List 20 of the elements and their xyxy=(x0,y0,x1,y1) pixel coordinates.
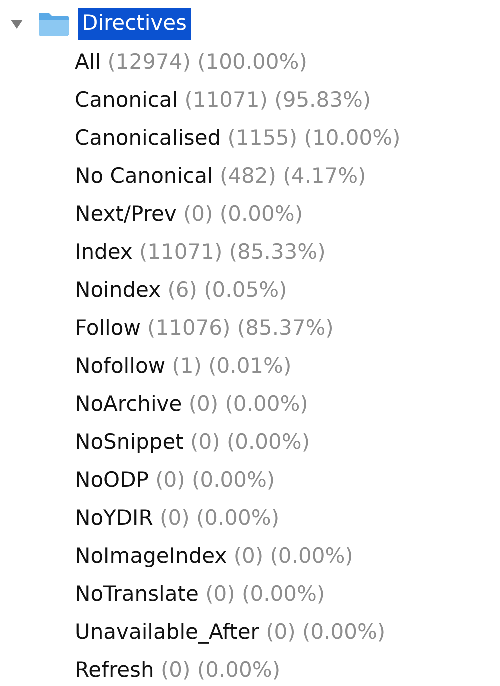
tree-item[interactable]: Refresh (0) (0.00%) xyxy=(75,655,281,686)
tree-item[interactable]: Noindex (6) (0.05%) xyxy=(75,275,288,307)
collapse-triangle-icon[interactable] xyxy=(10,17,24,31)
tree-item[interactable]: NoTranslate (0) (0.00%) xyxy=(75,579,326,611)
tree-item[interactable]: Unavailable_After (0) (0.00%) xyxy=(75,617,386,649)
tree-item[interactable]: Canonicalised (1155) (10.00%) xyxy=(75,123,401,155)
tree-item[interactable]: All (12974) (100.00%) xyxy=(75,47,308,79)
tree-item[interactable]: NoYDIR (0) (0.00%) xyxy=(75,503,280,535)
tree-item[interactable]: Nofollow (1) (0.01%) xyxy=(75,351,292,383)
folder-icon xyxy=(38,11,70,37)
tree-item[interactable]: Next/Prev (0) (0.00%) xyxy=(75,199,304,231)
tree-item[interactable]: NoSnippet (0) (0.00%) xyxy=(75,427,310,459)
tree-item[interactable]: NoImageIndex (0) (0.00%) xyxy=(75,541,354,573)
tree-folder-label[interactable]: Directives xyxy=(78,8,191,40)
tree-item[interactable]: No Canonical (482) (4.17%) xyxy=(75,161,366,193)
tree-item[interactable]: NoODP (0) (0.00%) xyxy=(75,465,276,497)
tree-item[interactable]: NoArchive (0) (0.00%) xyxy=(75,389,308,421)
tree-item[interactable]: Index (11071) (85.33%) xyxy=(75,237,326,269)
tree-item[interactable]: Canonical (11071) (95.83%) xyxy=(75,85,372,117)
tree-item[interactable]: Follow (11076) (85.37%) xyxy=(75,313,334,345)
